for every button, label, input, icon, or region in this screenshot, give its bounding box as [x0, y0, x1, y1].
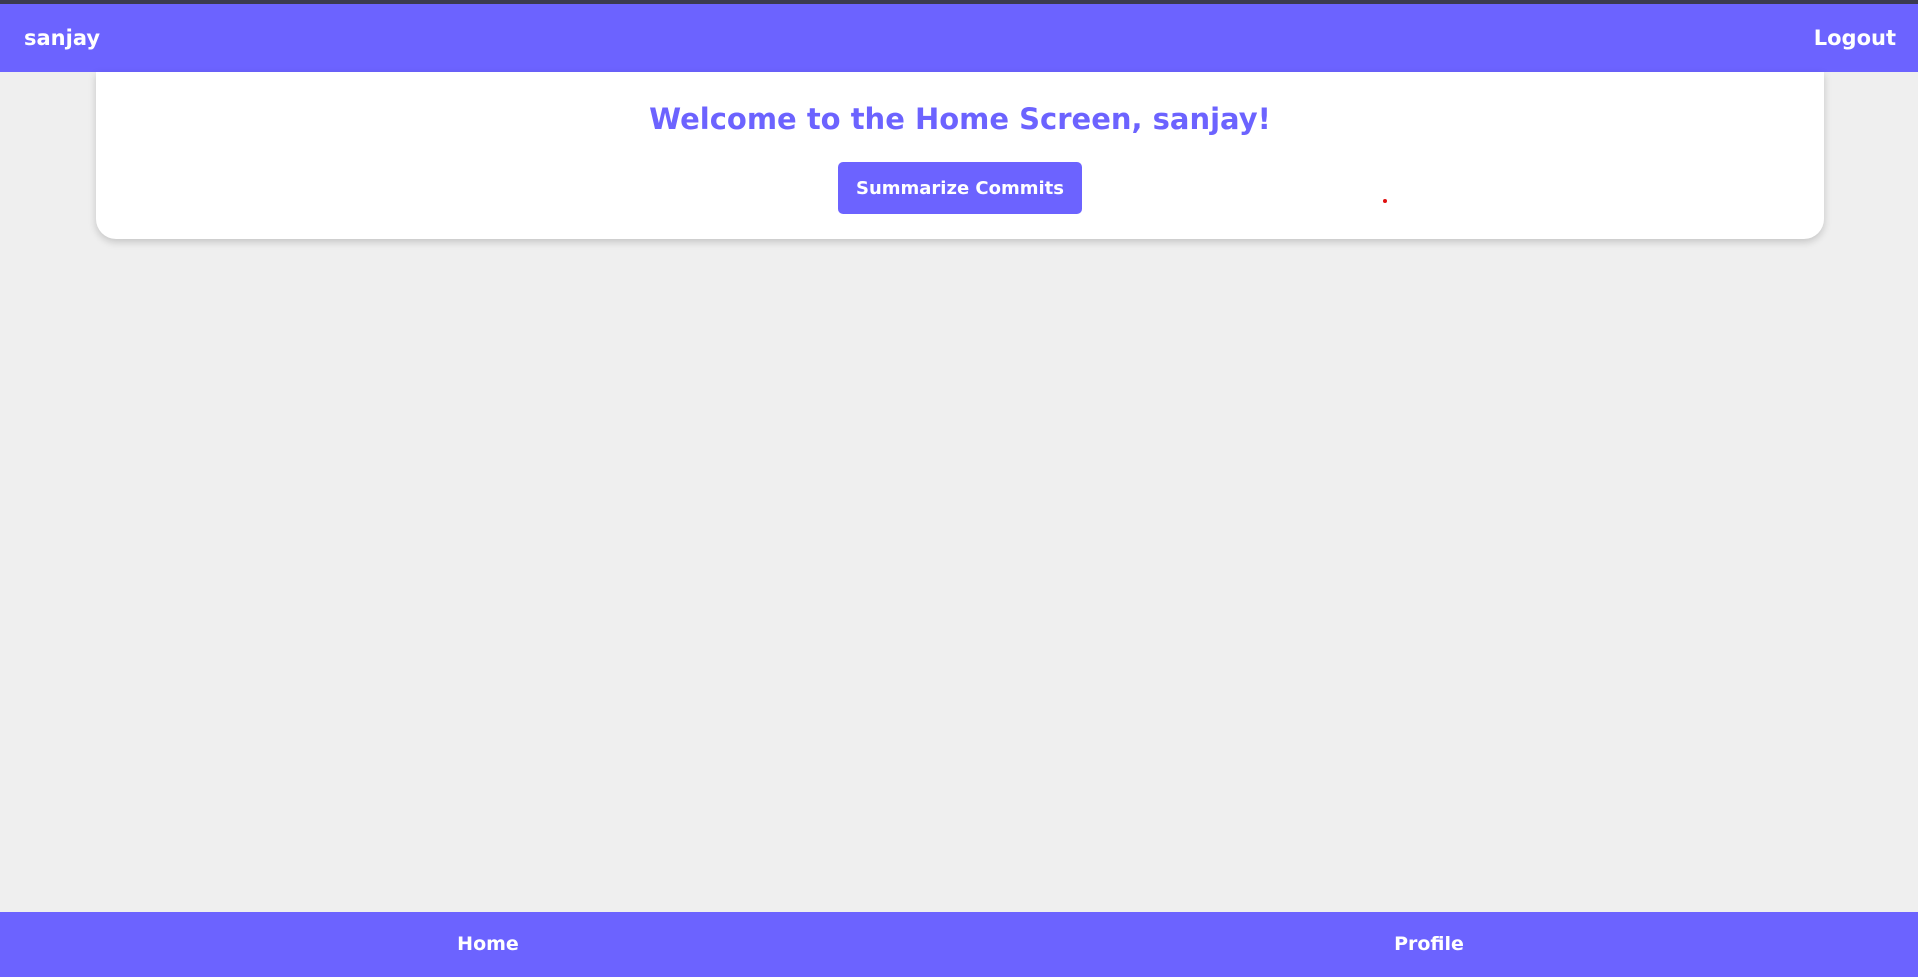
cursor-dot [1383, 199, 1387, 203]
bottom-nav-bar: Home Profile [0, 912, 1918, 977]
welcome-card: Welcome to the Home Screen, sanjay! Summ… [96, 72, 1824, 239]
top-nav-bar: sanjay Logout [0, 4, 1918, 72]
summarize-commits-button[interactable]: Summarize Commits [838, 162, 1082, 214]
logout-button[interactable]: Logout [1814, 26, 1896, 50]
nav-home[interactable]: Home [0, 912, 976, 977]
nav-profile[interactable]: Profile [959, 912, 1899, 977]
username-label: sanjay [24, 26, 101, 50]
page-title: Welcome to the Home Screen, sanjay! [649, 102, 1271, 136]
